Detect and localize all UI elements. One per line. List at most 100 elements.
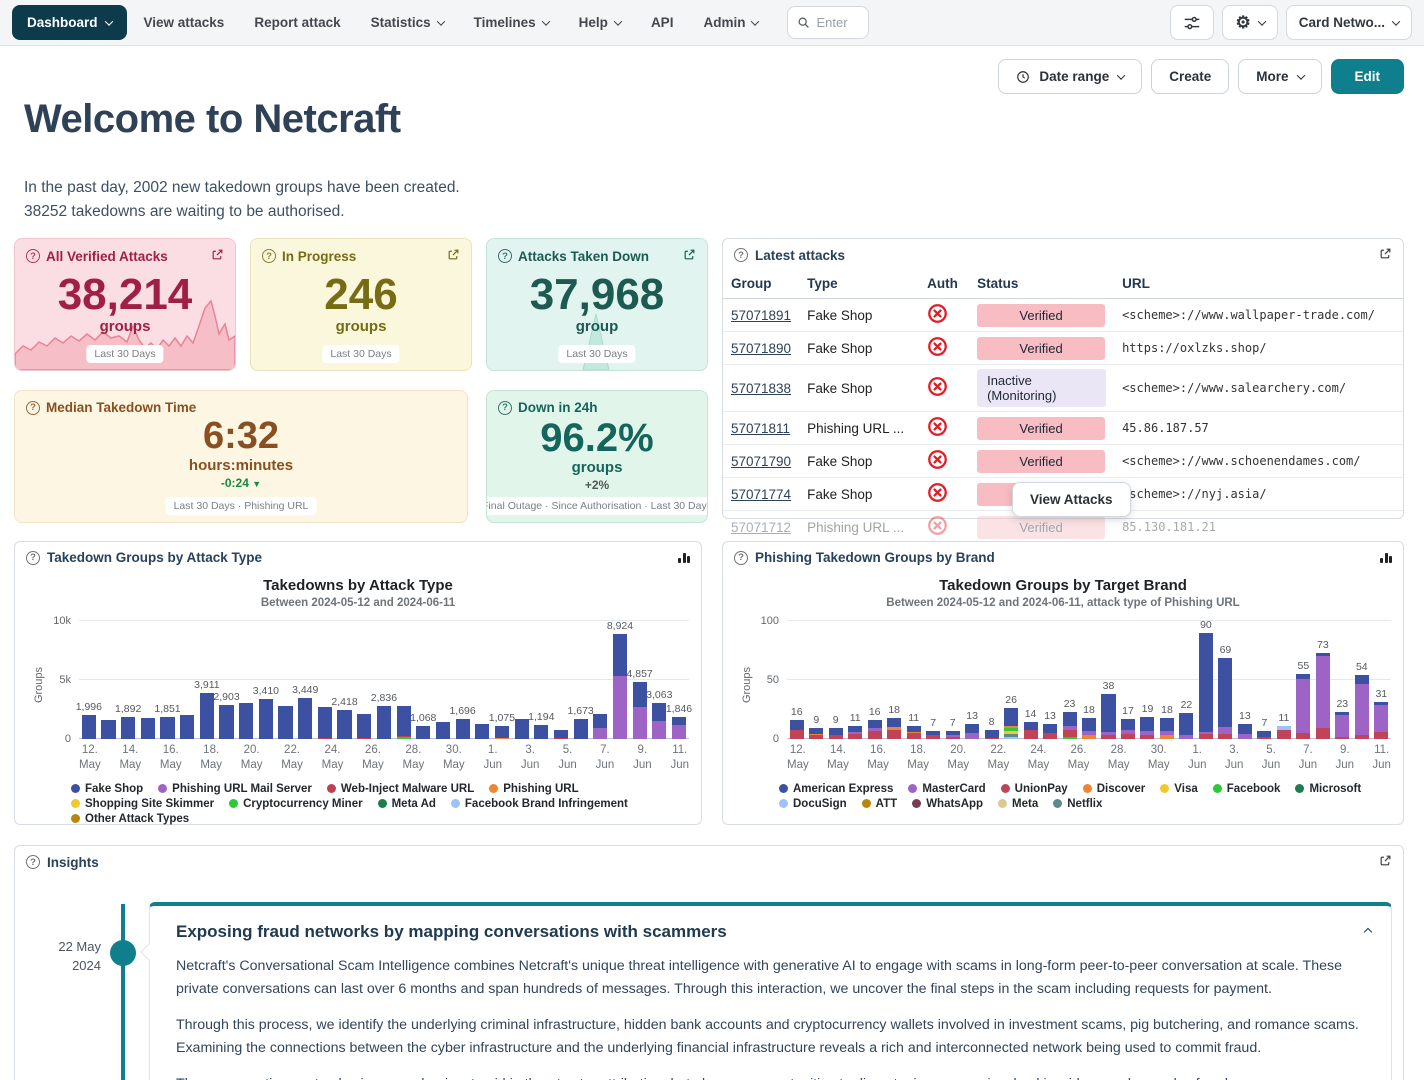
- group-link[interactable]: 57071774: [731, 487, 791, 502]
- bar[interactable]: 26: [1001, 621, 1020, 739]
- legend-item[interactable]: WhatsApp: [912, 798, 983, 810]
- legend-item[interactable]: Microsoft: [1295, 783, 1361, 795]
- bar[interactable]: [433, 621, 453, 739]
- nav-item-view-attacks[interactable]: View attacks: [129, 5, 240, 40]
- bar[interactable]: [354, 621, 374, 739]
- bar[interactable]: 38: [1099, 621, 1118, 739]
- bar[interactable]: [551, 621, 571, 739]
- legend-item[interactable]: Visa: [1160, 783, 1197, 795]
- bar[interactable]: 90: [1196, 621, 1215, 739]
- search-input[interactable]: Enter: [787, 6, 869, 39]
- legend-item[interactable]: Discover: [1083, 783, 1146, 795]
- nav-dashboard-button[interactable]: Dashboard: [12, 5, 127, 40]
- bar[interactable]: 16: [865, 621, 884, 739]
- legend-item[interactable]: Shopping Site Skimmer: [71, 798, 214, 810]
- external-link-icon[interactable]: [1379, 854, 1392, 870]
- bar[interactable]: 11: [845, 621, 864, 739]
- legend-item[interactable]: Facebook: [1213, 783, 1281, 795]
- help-icon[interactable]: [734, 551, 748, 565]
- group-link[interactable]: 57071790: [731, 454, 791, 469]
- bar[interactable]: [236, 621, 256, 739]
- bar[interactable]: 2,418: [335, 621, 355, 739]
- view-attacks-button[interactable]: View Attacks: [1012, 482, 1131, 517]
- create-button[interactable]: Create: [1151, 59, 1229, 94]
- group-link[interactable]: 57071890: [731, 341, 791, 356]
- bar[interactable]: 11: [1274, 621, 1293, 739]
- bar[interactable]: 1,075: [492, 621, 512, 739]
- legend-item[interactable]: ATT: [862, 798, 898, 810]
- external-link-icon[interactable]: [683, 248, 696, 264]
- legend-item[interactable]: American Express: [779, 783, 893, 795]
- nav-item-admin[interactable]: Admin: [688, 5, 773, 40]
- help-icon[interactable]: [498, 401, 512, 415]
- bar[interactable]: 22: [1177, 621, 1196, 739]
- help-icon[interactable]: [498, 249, 512, 263]
- nav-item-report-attack[interactable]: Report attack: [239, 5, 355, 40]
- bar-chart-icon[interactable]: [678, 553, 690, 563]
- help-icon[interactable]: [26, 249, 40, 263]
- legend-item[interactable]: Phishing URL: [489, 783, 578, 795]
- bar[interactable]: 1,068: [413, 621, 433, 739]
- bar[interactable]: 3,063: [649, 621, 669, 739]
- bar[interactable]: [99, 621, 119, 739]
- help-icon[interactable]: [26, 551, 40, 565]
- filter-sliders-button[interactable]: [1170, 5, 1214, 40]
- help-icon[interactable]: [734, 248, 748, 262]
- bar[interactable]: 23: [1060, 621, 1079, 739]
- bar[interactable]: 1,673: [571, 621, 591, 739]
- group-link[interactable]: 57071811: [731, 421, 790, 436]
- bar[interactable]: 1,892: [118, 621, 138, 739]
- bar[interactable]: 1,996: [79, 621, 99, 739]
- card-delta[interactable]: -0:24 ▼: [26, 476, 456, 490]
- nav-item-timelines[interactable]: Timelines: [459, 5, 564, 40]
- legend-item[interactable]: Phishing URL Mail Server: [158, 783, 312, 795]
- bar[interactable]: 13: [1040, 621, 1059, 739]
- nav-item-help[interactable]: Help: [564, 5, 636, 40]
- bar[interactable]: 1,696: [453, 621, 473, 739]
- external-link-icon[interactable]: [1379, 247, 1392, 263]
- bar[interactable]: 17: [1118, 621, 1137, 739]
- bar[interactable]: [315, 621, 335, 739]
- external-link-icon[interactable]: [211, 248, 224, 264]
- legend-item[interactable]: Netflix: [1053, 798, 1102, 810]
- bar[interactable]: 73: [1313, 621, 1332, 739]
- legend-item[interactable]: MasterCard: [908, 783, 985, 795]
- more-button[interactable]: More: [1238, 59, 1321, 94]
- bar[interactable]: 19: [1138, 621, 1157, 739]
- help-icon[interactable]: [262, 249, 276, 263]
- legend-item[interactable]: Meta Ad: [378, 798, 436, 810]
- bar[interactable]: 3,410: [256, 621, 276, 739]
- bar[interactable]: 8: [982, 621, 1001, 739]
- legend-item[interactable]: Cryptocurrency Miner: [229, 798, 363, 810]
- bar-chart-icon[interactable]: [1380, 553, 1392, 563]
- nav-item-statistics[interactable]: Statistics: [356, 5, 459, 40]
- legend-item[interactable]: Web-Inject Malware URL: [327, 783, 474, 795]
- bar[interactable]: 54: [1352, 621, 1371, 739]
- group-link[interactable]: 57071838: [731, 381, 791, 396]
- bar[interactable]: [590, 621, 610, 739]
- legend-item[interactable]: Meta: [998, 798, 1038, 810]
- bar[interactable]: 1,846: [669, 621, 689, 739]
- bar[interactable]: 3,911: [197, 621, 217, 739]
- bar[interactable]: 31: [1372, 621, 1391, 739]
- bar[interactable]: [138, 621, 158, 739]
- nav-item-api[interactable]: API: [636, 5, 689, 40]
- legend-item[interactable]: DocuSign: [779, 798, 847, 810]
- help-icon[interactable]: [26, 855, 40, 869]
- legend-item[interactable]: Fake Shop: [71, 783, 143, 795]
- bar[interactable]: 2,903: [217, 621, 237, 739]
- help-icon[interactable]: [26, 401, 40, 415]
- card-network-selector[interactable]: Card Netwo...: [1286, 5, 1412, 40]
- group-link[interactable]: 57071712: [731, 520, 791, 535]
- settings-button[interactable]: [1222, 5, 1277, 40]
- bar[interactable]: 23: [1333, 621, 1352, 739]
- bar[interactable]: 4,857: [630, 621, 650, 739]
- collapse-chevron-up-icon[interactable]: [1365, 922, 1371, 940]
- legend-item[interactable]: Other Attack Types: [71, 813, 189, 825]
- legend-item[interactable]: UnionPay: [1001, 783, 1068, 795]
- bar[interactable]: 1,194: [531, 621, 551, 739]
- external-link-icon[interactable]: [447, 248, 460, 264]
- bar[interactable]: [276, 621, 296, 739]
- group-link[interactable]: 57071891: [731, 308, 791, 323]
- bar[interactable]: 18: [1157, 621, 1176, 739]
